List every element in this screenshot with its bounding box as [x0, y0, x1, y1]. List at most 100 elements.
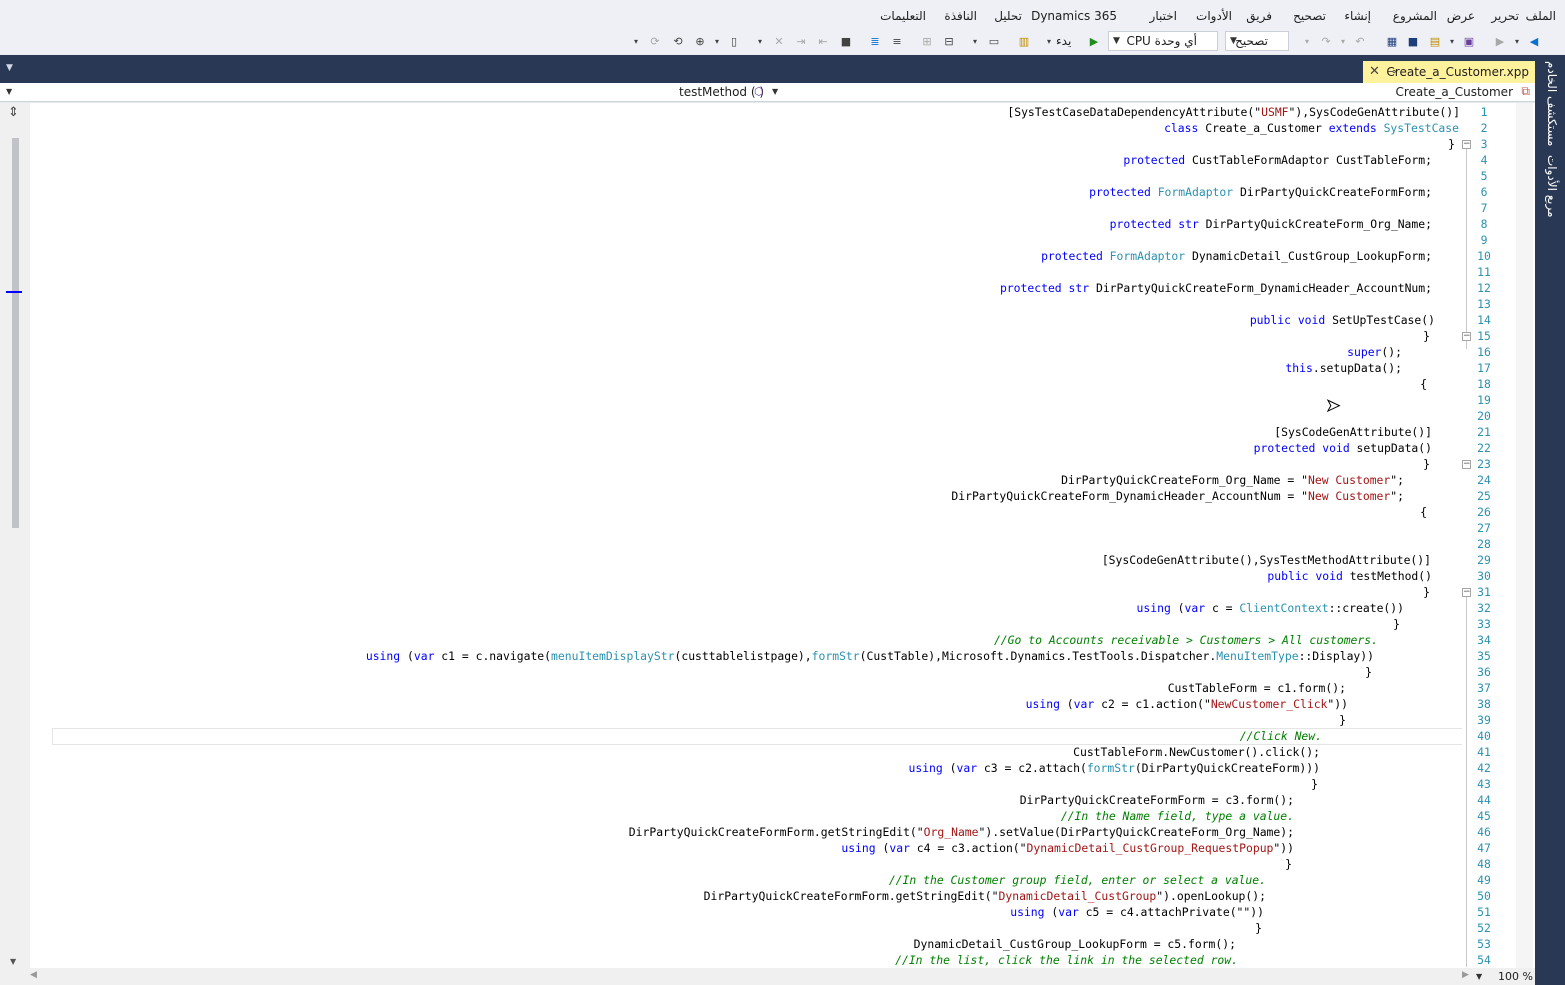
code-line[interactable]: //Click New.: [1240, 728, 1322, 744]
code-line[interactable]: public void testMethod(): [1267, 568, 1432, 584]
code-line[interactable]: }: [1423, 584, 1430, 600]
code-line[interactable]: DirPartyQuickCreateForm_Org_Name = "New …: [1061, 472, 1404, 488]
code-line[interactable]: using (var c3 = c2.attach(formStr(DirPar…: [908, 760, 1320, 776]
synchronize-icon[interactable]: ⟲: [670, 33, 686, 49]
menu-debug[interactable]: تصحيح: [1293, 9, 1326, 23]
menu-team[interactable]: فريق: [1246, 9, 1272, 23]
code-line[interactable]: }: [1311, 776, 1318, 792]
increase-indent-icon[interactable]: ≣: [867, 33, 883, 49]
code-line[interactable]: using (var c5 = c4.attachPrivate("")): [1010, 904, 1264, 920]
navigate-back-icon[interactable]: ◀: [1526, 33, 1542, 49]
menu-project[interactable]: المشروع: [1393, 9, 1437, 23]
code-line[interactable]: }: [1339, 712, 1346, 728]
collapse-class-icon[interactable]: −: [1462, 140, 1471, 149]
code-line[interactable]: CustTableForm = c1.form();: [1168, 680, 1346, 696]
code-line[interactable]: using (var c = ClientContext::create()): [1137, 600, 1404, 616]
code-line[interactable]: class Create_a_Customer extends SysTestC…: [1164, 120, 1459, 136]
solution-platform-select[interactable]: أي وحدة CPU ▼: [1108, 31, 1218, 51]
code-line[interactable]: DynamicDetail_CustGroup_LookupForm = c5.…: [914, 936, 1236, 952]
menu-tools[interactable]: الأدوات: [1196, 9, 1232, 23]
new-project-icon[interactable]: ▣: [1461, 33, 1477, 49]
code-line[interactable]: }: [1423, 328, 1430, 344]
close-icon[interactable]: ✕: [1369, 61, 1380, 83]
navigate-forward-icon[interactable]: ▶: [1492, 33, 1508, 49]
code-line[interactable]: protected FormAdaptor DynamicDetail_Cust…: [1041, 248, 1432, 264]
code-line[interactable]: DirPartyQuickCreateFormForm = c3.form();: [1020, 792, 1294, 808]
code-line[interactable]: DirPartyQuickCreateForm_DynamicHeader_Ac…: [951, 488, 1404, 504]
code-area[interactable]: [SysTestCaseDataDependencyAttribute("USM…: [30, 103, 1462, 968]
toolbox-tab[interactable]: مربع الأدوات: [1541, 155, 1559, 218]
tab-list-dropdown-icon[interactable]: ▼: [6, 63, 13, 73]
code-line[interactable]: {: [1420, 504, 1427, 520]
save-icon[interactable]: ■: [1405, 33, 1421, 49]
code-line[interactable]: DirPartyQuickCreateFormForm.getStringEdi…: [629, 824, 1294, 840]
redo-dropdown-icon[interactable]: ▾: [1299, 33, 1315, 49]
code-line[interactable]: //Go to Accounts receivable > Customers …: [994, 632, 1378, 648]
code-editor[interactable]: ⇕ ▼ [SysTestCaseDataDependencyAttribute(…: [0, 103, 1535, 985]
decrease-indent-icon[interactable]: ≡: [889, 33, 905, 49]
code-line[interactable]: public void SetUpTestCase(): [1250, 312, 1435, 328]
collapse-method-icon[interactable]: −: [1462, 332, 1471, 341]
code-line[interactable]: [SysCodeGenAttribute(),SysTestMethodAttr…: [1102, 552, 1431, 568]
menu-build[interactable]: إنشاء: [1344, 9, 1371, 23]
code-line[interactable]: using (var c4 = c3.action("DynamicDetail…: [841, 840, 1294, 856]
menu-edit[interactable]: تحرير: [1491, 9, 1519, 23]
code-line[interactable]: using (var c2 = c1.action("NewCustomer_C…: [1026, 696, 1348, 712]
undo-icon[interactable]: ↶: [1352, 33, 1368, 49]
code-line[interactable]: [SysTestCaseDataDependencyAttribute("USM…: [1007, 104, 1460, 120]
code-line[interactable]: protected str DirPartyQuickCreateForm_Dy…: [1000, 280, 1432, 296]
document-outline-icon[interactable]: ▯: [726, 33, 742, 49]
method-selector[interactable]: testMethod ( ): [679, 85, 764, 99]
scrollbar-thumb[interactable]: [12, 138, 19, 528]
menu-analyze[interactable]: تحليل: [994, 9, 1022, 23]
code-line[interactable]: }: [1285, 856, 1292, 872]
vertical-scrollbar[interactable]: [1516, 103, 1533, 968]
code-line[interactable]: }: [1423, 456, 1430, 472]
scroll-right-icon[interactable]: ▶: [1462, 970, 1469, 980]
new-project-dropdown-icon[interactable]: ▾: [1444, 33, 1460, 49]
class-selector[interactable]: Create_a_Customer: [1395, 85, 1513, 99]
horizontal-scrollbar[interactable]: ◀ ▶ ▼ 100 %: [0, 968, 1535, 985]
code-line[interactable]: this.setupData();: [1285, 360, 1402, 376]
code-line[interactable]: {: [1420, 376, 1427, 392]
code-line[interactable]: [SysCodeGenAttribute()]: [1274, 424, 1432, 440]
menu-test[interactable]: اختبار: [1150, 9, 1177, 23]
code-line[interactable]: protected FormAdaptor DirPartyQuickCreat…: [1089, 184, 1432, 200]
code-line[interactable]: using (var c1 = c.navigate(menuItemDispl…: [366, 648, 1374, 664]
undo-dropdown-icon[interactable]: ▾: [1335, 33, 1351, 49]
code-line[interactable]: //In the Name field, type a value.: [1061, 808, 1294, 824]
save-all-icon[interactable]: ▦: [1384, 33, 1400, 49]
add-item-icon[interactable]: ⊕: [692, 33, 708, 49]
code-line[interactable]: protected str DirPartyQuickCreateForm_Or…: [1110, 216, 1432, 232]
menu-window[interactable]: النافذة: [944, 9, 977, 23]
menu-view[interactable]: عرض: [1447, 9, 1475, 23]
code-line[interactable]: DirPartyQuickCreateFormForm.getStringEdi…: [704, 888, 1266, 904]
toolbar-overflow-icon[interactable]: ▾: [967, 33, 983, 49]
code-line[interactable]: //In the list, click the link in the sel…: [895, 952, 1238, 968]
refresh-icon[interactable]: ⟳: [647, 33, 663, 49]
toolbar-overflow-icon[interactable]: ▾: [628, 33, 644, 49]
toolbar-overflow-icon[interactable]: ▾: [752, 33, 768, 49]
uncomment-icon[interactable]: ⊞: [919, 33, 935, 49]
code-line[interactable]: //In the Customer group field, enter or …: [889, 872, 1266, 888]
code-line[interactable]: }: [1365, 664, 1372, 680]
code-line[interactable]: protected void setupData(): [1254, 440, 1432, 456]
zoom-dropdown-icon[interactable]: ▼: [1476, 972, 1482, 981]
window-layout-icon[interactable]: ▭: [986, 33, 1002, 49]
start-debugging-icon[interactable]: ▶: [1086, 33, 1102, 49]
bookmark-icon[interactable]: ■: [838, 33, 854, 49]
scroll-left-icon[interactable]: ◀: [30, 970, 37, 980]
find-in-files-icon[interactable]: ▥: [1016, 33, 1032, 49]
code-line[interactable]: super();: [1347, 344, 1402, 360]
back-dropdown-icon[interactable]: ▾: [1509, 33, 1525, 49]
document-dropdown-icon[interactable]: ▾: [709, 33, 725, 49]
collapse-method-icon[interactable]: −: [1462, 460, 1471, 469]
open-file-icon[interactable]: ▤: [1427, 33, 1443, 49]
solution-configuration-select[interactable]: تصحيح ▼: [1225, 31, 1289, 51]
zoom-level[interactable]: 100 %: [1498, 970, 1533, 983]
collapse-method-icon[interactable]: −: [1462, 588, 1471, 597]
document-tab[interactable]: Create_a_Customer.xpp ⊸ ✕: [1363, 61, 1535, 83]
start-button-label[interactable]: يدء: [1056, 34, 1071, 48]
menu-file[interactable]: الملف: [1526, 9, 1556, 23]
menu-dynamics365[interactable]: Dynamics 365: [1031, 9, 1117, 23]
